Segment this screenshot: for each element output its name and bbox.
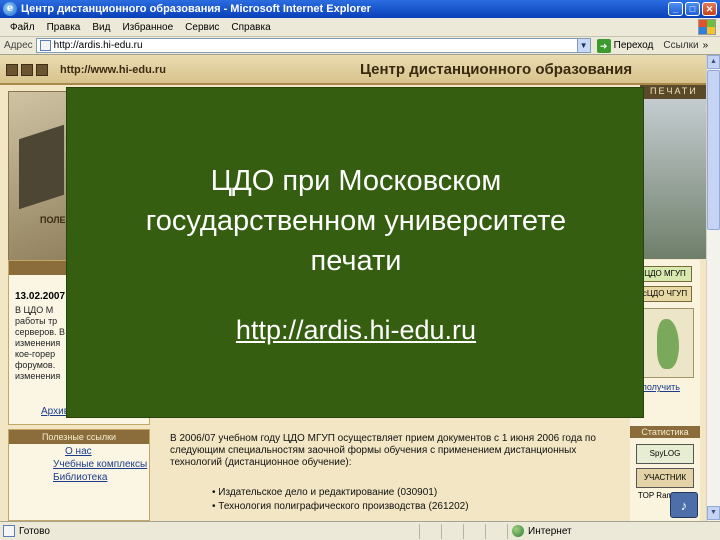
sitemap-icon[interactable] [36, 64, 48, 76]
cdo-logo-secondary[interactable]: сЦДО ЧГУП [638, 286, 692, 302]
go-button[interactable]: Переход [614, 40, 654, 51]
page-status-icon [3, 525, 15, 537]
overlay-card: ЦДО при Московском государственном униве… [66, 87, 644, 418]
security-zone: Интернет [507, 523, 720, 539]
windows-flag-icon [698, 19, 716, 35]
links-chevron-icon[interactable]: » [703, 40, 709, 51]
scroll-up-icon[interactable]: ▲ [707, 55, 720, 69]
site-title: Центр дистанционного образования [360, 61, 633, 78]
link-library[interactable]: Библиотека [9, 470, 149, 483]
status-text: Готово [19, 525, 50, 537]
status-bar: Готово Интернет [0, 521, 720, 540]
window-title: Центр дистанционного образования - Micro… [21, 3, 371, 15]
home-icon[interactable] [6, 64, 18, 76]
menu-bar: Файл Правка Вид Избранное Сервис Справка [0, 18, 720, 37]
news-date: 13.02.2007 [15, 291, 66, 302]
status-cell [485, 523, 507, 539]
program-item: • Технология полиграфического производст… [212, 501, 469, 512]
address-input[interactable]: http://ardis.hi-edu.ru ▼ [35, 38, 591, 53]
admission-text: В 2006/07 учебном году ЦДО МГУП осуществ… [170, 433, 596, 468]
cdo-logo[interactable]: ЦДО МГУП [638, 266, 692, 282]
overlay-title-line: печати [310, 245, 402, 277]
chevron-down-icon[interactable]: ▼ [576, 39, 590, 52]
statistics-head: Статистика [630, 426, 700, 438]
scroll-down-icon[interactable]: ▼ [707, 506, 720, 520]
link-courses[interactable]: Учебные комплексы [9, 457, 149, 470]
overlay-title: ЦДО при Московском государственном униве… [67, 161, 645, 281]
maximize-button[interactable]: □ [685, 2, 700, 16]
site-url: http://www.hi-edu.ru [60, 64, 166, 76]
menu-tools[interactable]: Сервис [179, 22, 225, 33]
overlay-title-line: государственном университете [145, 205, 567, 237]
menu-edit[interactable]: Правка [41, 22, 87, 33]
get-link[interactable]: получить [642, 382, 680, 392]
spylog-badge[interactable]: SpyLOG [636, 444, 694, 464]
menu-file[interactable]: Файл [4, 22, 41, 33]
useful-links-panel: Полезные ссылки О нас Учебные комплексы … [8, 429, 150, 521]
menu-view[interactable]: Вид [86, 22, 116, 33]
rambler-top-badge[interactable]: УЧАСТНИК TOP Rambler's [636, 468, 694, 500]
minimize-button[interactable]: _ [668, 2, 683, 16]
scroll-thumb[interactable] [707, 70, 720, 230]
menu-favorites[interactable]: Избранное [116, 22, 179, 33]
ie-icon: e [3, 2, 17, 16]
title-bar: e Центр дистанционного образования - Mic… [0, 0, 720, 18]
address-bar: Адрес http://ardis.hi-edu.ru ▼ ➜ Переход… [0, 37, 720, 55]
close-button[interactable]: ✕ [702, 2, 717, 16]
link-about[interactable]: О нас [9, 444, 149, 457]
menu-help[interactable]: Справка [225, 22, 276, 33]
news-archive-link[interactable]: Архив [41, 406, 69, 417]
status-cell [441, 523, 463, 539]
go-arrow-icon[interactable]: ➜ [596, 38, 611, 53]
page-icon [39, 40, 51, 51]
banner-caption: ПОЛЕ [40, 215, 66, 225]
address-label: Адрес [4, 40, 33, 51]
links-button[interactable]: Ссылки [663, 40, 698, 51]
site-header: http://www.hi-edu.ru Центр дистанционног… [0, 55, 706, 85]
zone-label: Интернет [528, 525, 572, 537]
globe-icon [512, 525, 524, 537]
overlay-link[interactable]: http://ardis.hi-edu.ru [67, 315, 645, 346]
address-value[interactable]: http://ardis.hi-edu.ru [54, 40, 577, 51]
overlay-title-line: ЦДО при Московском [210, 165, 502, 197]
print-label: ПЕЧАТИ [650, 86, 698, 96]
useful-links-head: Полезные ссылки [9, 430, 149, 444]
status-cell [463, 523, 485, 539]
map-thumbnail[interactable] [638, 308, 694, 378]
mail-icon[interactable] [21, 64, 33, 76]
program-item: • Издательское дело и редактирование (03… [212, 487, 438, 498]
status-cell [419, 523, 441, 539]
vertical-scrollbar[interactable]: ▲ ▼ [706, 55, 720, 521]
laptop-banner-image [8, 91, 68, 276]
page-viewport: http://www.hi-edu.ru Центр дистанционног… [0, 55, 706, 521]
building-photo [640, 99, 706, 259]
speaker-icon[interactable]: ♪ [670, 492, 698, 518]
